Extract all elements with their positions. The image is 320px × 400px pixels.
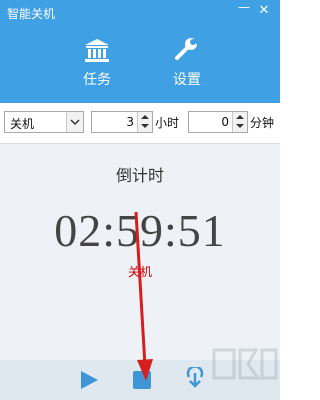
minutes-unit-label: 分钟 [250, 116, 275, 130]
stop-icon[interactable] [133, 371, 151, 389]
wrench-icon [175, 37, 200, 60]
window-title: 智能关机 [7, 7, 56, 21]
watermark-logo [212, 348, 278, 380]
action-select-value: 关机 [10, 117, 35, 131]
minimize-button[interactable]: — [235, 0, 253, 18]
countdown-action: 关机 [127, 265, 152, 279]
minutes-spin-buttons[interactable] [232, 112, 247, 132]
countdown-timer: 02:59:51 [54, 205, 226, 256]
action-select[interactable]: 关机 [4, 111, 84, 133]
minutes-value: 0 [221, 115, 229, 129]
header-nav: 任务 设置 [0, 26, 280, 103]
play-icon[interactable] [79, 369, 99, 391]
hours-unit-label: 小时 [155, 116, 180, 130]
bank-icon [85, 39, 109, 62]
minutes-stepper[interactable]: 0 [188, 111, 248, 133]
dropdown-arrow[interactable] [66, 112, 83, 132]
tab-task-label: 任务 [83, 72, 111, 88]
countdown-title: 倒计时 [115, 166, 164, 185]
tab-task[interactable]: 任务 [67, 36, 127, 98]
decrement-arrow-icon[interactable] [141, 124, 149, 128]
hours-stepper[interactable]: 3 [91, 111, 153, 133]
close-button[interactable]: ✕ [255, 3, 273, 21]
increment-arrow-icon[interactable] [141, 115, 149, 119]
chevron-down-icon [70, 119, 80, 126]
tab-settings-label: 设置 [173, 72, 201, 88]
title-bar: 智能关机 — ✕ [0, 0, 280, 26]
countdown-panel: 倒计时 02:59:51 关机 [0, 144, 280, 360]
controls-row: 关机 3 小时 0 分钟 [0, 103, 280, 143]
hours-value: 3 [126, 115, 134, 129]
increment-arrow-icon[interactable] [236, 115, 244, 119]
download-icon[interactable] [184, 367, 206, 391]
tab-settings[interactable]: 设置 [157, 36, 217, 98]
decrement-arrow-icon[interactable] [236, 124, 244, 128]
hours-spin-buttons[interactable] [137, 112, 152, 132]
